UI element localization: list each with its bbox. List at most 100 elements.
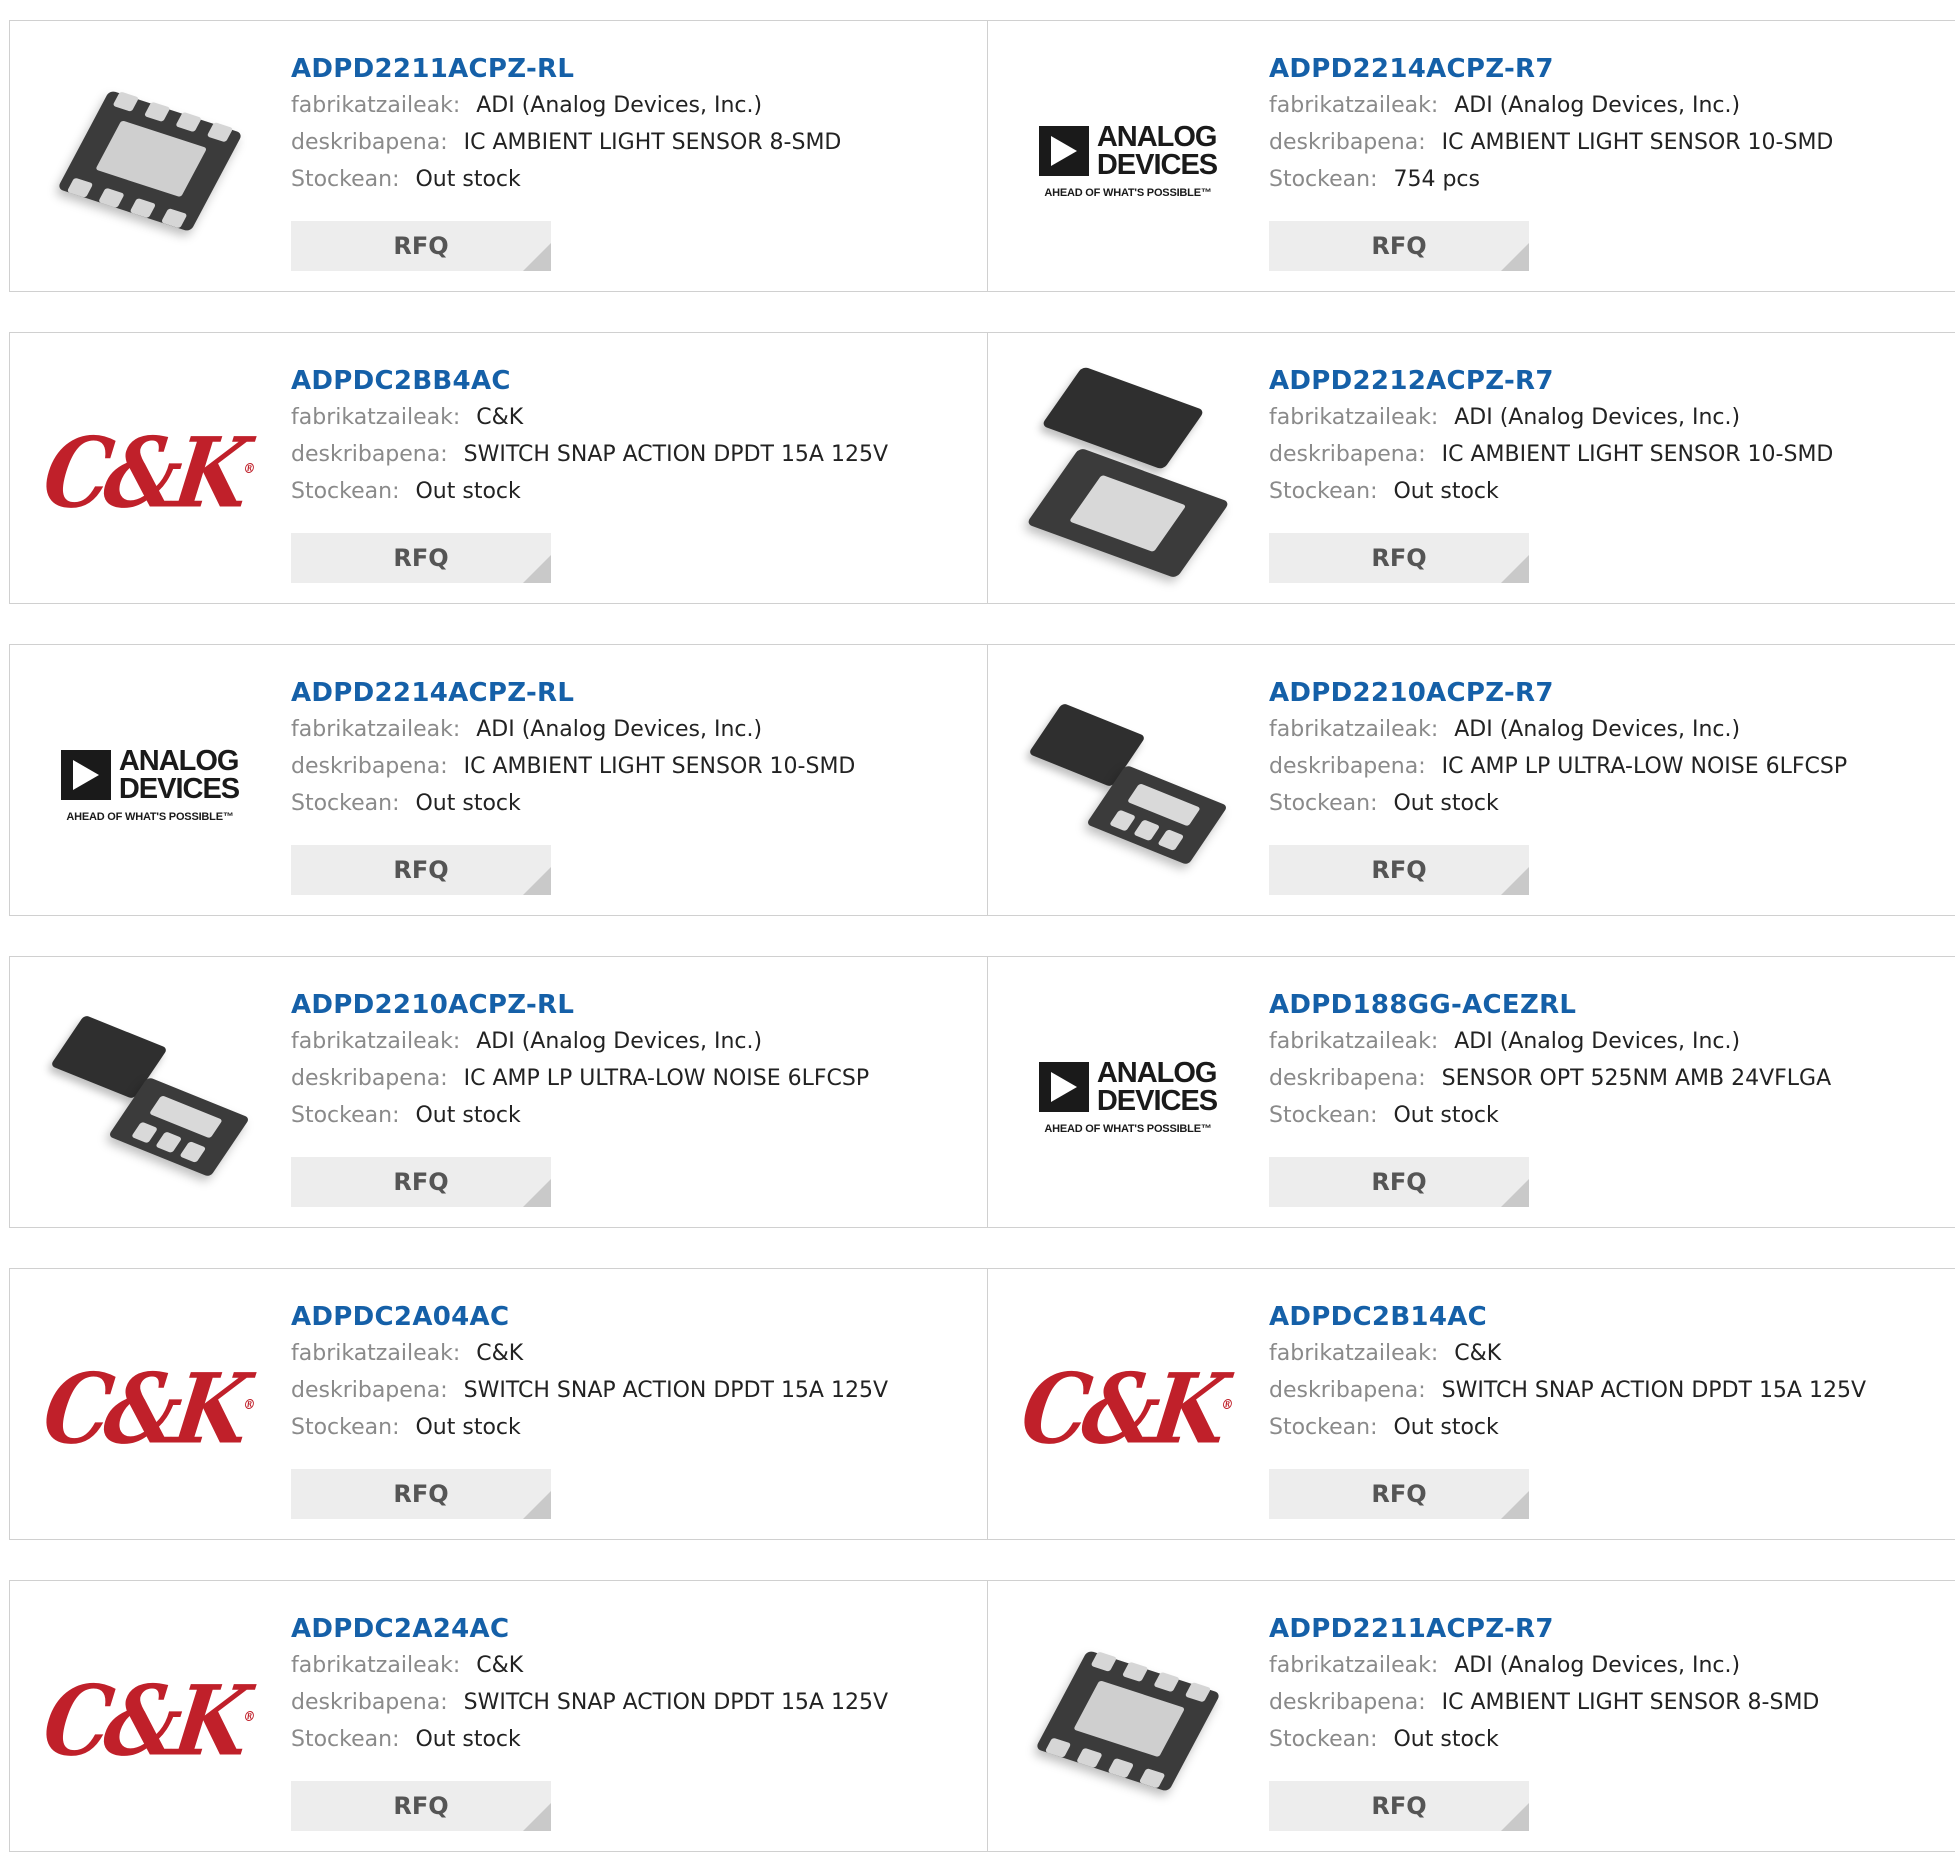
product-card: ADPD2210ACPZ-RL fabrikatzaileak: ADI (Anal…: [10, 957, 988, 1227]
part-number-link[interactable]: ADPD2212ACPZ-R7: [1269, 363, 1929, 399]
rfq-button[interactable]: RFQ: [291, 221, 551, 271]
manufacturer-line: fabrikatzaileak: ADI (Analog Devices, Inc…: [291, 1023, 951, 1060]
product-image[interactable]: C&K®: [1015, 1309, 1234, 1509]
manufacturer-line: fabrikatzaileak: C&K: [291, 399, 951, 436]
rfq-button[interactable]: RFQ: [291, 533, 551, 583]
product-image[interactable]: [1028, 685, 1229, 885]
description-label: deskribapena:: [291, 754, 448, 779]
stock-line: Stockean: Out stock: [291, 1409, 951, 1446]
rfq-button[interactable]: RFQ: [291, 845, 551, 895]
corner-triangle-icon: [523, 1179, 551, 1207]
stock-label: Stockean:: [1269, 167, 1378, 192]
rfq-button[interactable]: RFQ: [1269, 1781, 1529, 1831]
part-number-link[interactable]: ADPDC2A24AC: [291, 1611, 951, 1647]
manufacturer-line: fabrikatzaileak: ADI (Analog Devices, Inc…: [1269, 87, 1929, 124]
chip-6lfcsp-icon: [50, 1007, 251, 1187]
stock-label: Stockean:: [1269, 1415, 1378, 1440]
manufacturer-value: ADI (Analog Devices, Inc.): [476, 1029, 763, 1054]
manufacturer-line: fabrikatzaileak: ADI (Analog Devices, Inc…: [1269, 711, 1929, 748]
description-line: deskribapena: SENSOR OPT 525NM AMB 24VFLG…: [1269, 1060, 1929, 1097]
manufacturer-value: ADI (Analog Devices, Inc.): [476, 93, 763, 118]
ck-logo-icon: C&K®: [37, 415, 257, 530]
part-number-link[interactable]: ADPDC2BB4AC: [291, 363, 951, 399]
description-line: deskribapena: IC AMP LP ULTRA-LOW NOISE 6…: [1269, 748, 1929, 785]
rfq-button[interactable]: RFQ: [1269, 1157, 1529, 1207]
description-label: deskribapena:: [1269, 130, 1426, 155]
stock-label: Stockean:: [291, 1103, 400, 1128]
product-image[interactable]: ANALOG DEVICES AHEAD OF WHAT'S POSSIBLE™: [1028, 61, 1228, 261]
product-image[interactable]: C&K®: [37, 1309, 256, 1509]
stock-label: Stockean:: [291, 791, 400, 816]
part-number-link[interactable]: ADPD2211ACPZ-R7: [1269, 1611, 1929, 1647]
product-image[interactable]: C&K®: [37, 373, 256, 573]
stock-label: Stockean:: [291, 1415, 400, 1440]
corner-triangle-icon: [1501, 1179, 1529, 1207]
rfq-button[interactable]: RFQ: [1269, 533, 1529, 583]
stock-line: Stockean: Out stock: [291, 1097, 951, 1134]
description-label: deskribapena:: [291, 1690, 448, 1715]
corner-triangle-icon: [1501, 1491, 1529, 1519]
description-label: deskribapena:: [291, 1066, 448, 1091]
manufacturer-label: fabrikatzaileak:: [291, 1653, 461, 1678]
corner-triangle-icon: [523, 555, 551, 583]
product-image[interactable]: [1028, 1621, 1228, 1821]
description-value: IC AMBIENT LIGHT SENSOR 10-SMD: [1441, 442, 1834, 467]
part-number-link[interactable]: ADPDC2B14AC: [1269, 1299, 1929, 1335]
rfq-button[interactable]: RFQ: [291, 1157, 551, 1207]
rfq-button[interactable]: RFQ: [291, 1781, 551, 1831]
manufacturer-value: C&K: [1454, 1341, 1502, 1366]
product-image[interactable]: ANALOG DEVICES AHEAD OF WHAT'S POSSIBLE™: [50, 685, 250, 885]
stock-label: Stockean:: [1269, 479, 1378, 504]
description-line: deskribapena: IC AMBIENT LIGHT SENSOR 10-…: [1269, 124, 1929, 161]
product-image[interactable]: [50, 997, 251, 1197]
product-card: ANALOG DEVICES AHEAD OF WHAT'S POSSIBLE™ AD…: [988, 21, 1955, 291]
rfq-button[interactable]: RFQ: [291, 1469, 551, 1519]
manufacturer-label: fabrikatzaileak:: [1269, 405, 1439, 430]
product-card: C&K® ADPDC2A24AC fabrikatzaileak: C&K deskri…: [10, 1581, 988, 1851]
stock-line: Stockean: Out stock: [1269, 785, 1929, 822]
product-image[interactable]: [50, 61, 250, 261]
description-value: IC AMBIENT LIGHT SENSOR 8-SMD: [1441, 1690, 1820, 1715]
description-value: SWITCH SNAP ACTION DPDT 15A 125V: [463, 1690, 889, 1715]
product-row: C&K® ADPDC2A04AC fabrikatzaileak: C&K deskri…: [9, 1268, 1955, 1540]
analog-devices-logo-icon: ANALOG DEVICES AHEAD OF WHAT'S POSSIBLE™: [60, 747, 240, 823]
manufacturer-value: ADI (Analog Devices, Inc.): [476, 717, 763, 742]
part-number-link[interactable]: ADPD188GG-ACEZRL: [1269, 987, 1929, 1023]
product-image[interactable]: C&K®: [37, 1621, 256, 1821]
product-image[interactable]: [1026, 366, 1230, 579]
manufacturer-line: fabrikatzaileak: C&K: [291, 1335, 951, 1372]
ck-logo-icon: C&K®: [1015, 1351, 1235, 1466]
manufacturer-line: fabrikatzaileak: ADI (Analog Devices, Inc…: [1269, 1023, 1929, 1060]
stock-line: Stockean: Out stock: [1269, 473, 1929, 510]
manufacturer-value: ADI (Analog Devices, Inc.): [1454, 405, 1741, 430]
stock-label: Stockean:: [291, 167, 400, 192]
play-triangle-icon: [1038, 1062, 1089, 1112]
description-value: IC AMP LP ULTRA-LOW NOISE 6LFCSP: [463, 1066, 870, 1091]
part-number-link[interactable]: ADPD2210ACPZ-R7: [1269, 675, 1929, 711]
description-line: deskribapena: SWITCH SNAP ACTION DPDT 15A…: [291, 1684, 951, 1721]
chip-10smd-icon: [1026, 366, 1230, 579]
description-value: SWITCH SNAP ACTION DPDT 15A 125V: [463, 442, 889, 467]
rfq-button[interactable]: RFQ: [1269, 221, 1529, 271]
manufacturer-label: fabrikatzaileak:: [291, 405, 461, 430]
stock-value: Out stock: [1393, 1415, 1499, 1440]
description-line: deskribapena: IC AMBIENT LIGHT SENSOR 8-S…: [291, 124, 951, 161]
part-number-link[interactable]: ADPD2214ACPZ-R7: [1269, 51, 1929, 87]
description-label: deskribapena:: [1269, 442, 1426, 467]
corner-triangle-icon: [523, 243, 551, 271]
corner-triangle-icon: [1501, 555, 1529, 583]
rfq-button[interactable]: RFQ: [1269, 845, 1529, 895]
description-label: deskribapena:: [291, 442, 448, 467]
part-number-link[interactable]: ADPDC2A04AC: [291, 1299, 951, 1335]
description-value: IC AMP LP ULTRA-LOW NOISE 6LFCSP: [1441, 754, 1848, 779]
product-card: ADPD2211ACPZ-R7 fabrikatzaileak: ADI (Anal…: [988, 1581, 1955, 1851]
part-number-link[interactable]: ADPD2214ACPZ-RL: [291, 675, 951, 711]
part-number-link[interactable]: ADPD2210ACPZ-RL: [291, 987, 951, 1023]
product-image[interactable]: ANALOG DEVICES AHEAD OF WHAT'S POSSIBLE™: [1028, 997, 1228, 1197]
product-card: ADPD2211ACPZ-RL fabrikatzaileak: ADI (Anal…: [10, 21, 988, 291]
part-number-link[interactable]: ADPD2211ACPZ-RL: [291, 51, 951, 87]
stock-line: Stockean: Out stock: [291, 1721, 951, 1758]
ck-logo-icon: C&K®: [37, 1663, 257, 1778]
description-value: IC AMBIENT LIGHT SENSOR 8-SMD: [463, 130, 842, 155]
rfq-button[interactable]: RFQ: [1269, 1469, 1529, 1519]
